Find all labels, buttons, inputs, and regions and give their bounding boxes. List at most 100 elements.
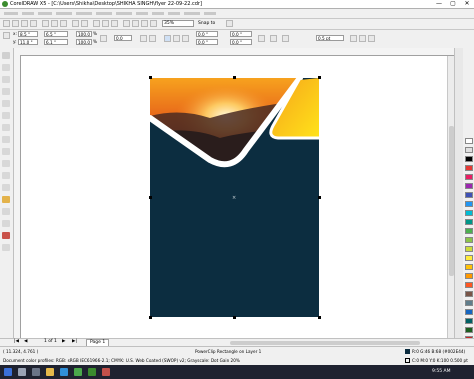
save-icon[interactable] [21, 20, 28, 27]
zoom-icon[interactable] [150, 20, 157, 27]
maximize-button[interactable]: ▢ [446, 0, 460, 8]
close-button[interactable]: ✕ [460, 0, 474, 8]
shape-tool-icon[interactable] [2, 64, 10, 71]
corner-radius-bottom-right[interactable]: 0.0 " [230, 39, 252, 45]
palette-swatch[interactable] [465, 165, 473, 171]
palette-swatch[interactable] [465, 300, 473, 306]
paste-icon[interactable] [60, 20, 67, 27]
outline-pen-tool-icon[interactable] [2, 220, 10, 227]
palette-swatch[interactable] [465, 183, 473, 189]
selection-handle[interactable] [149, 316, 152, 319]
rectangle-tool-icon[interactable] [2, 124, 10, 131]
corel-connect-icon[interactable] [141, 20, 148, 27]
palette-swatch[interactable] [465, 327, 473, 333]
scale-x-field[interactable]: 100.0 [76, 31, 92, 37]
palette-swatch[interactable] [465, 273, 473, 279]
position-y-field[interactable]: 11.0 " [18, 39, 38, 45]
menu-item-bitmaps[interactable] [116, 12, 132, 15]
redo-icon[interactable] [81, 20, 88, 27]
undo-icon[interactable] [72, 20, 79, 27]
wrap-text-icon[interactable] [270, 35, 277, 42]
menu-item-table[interactable] [152, 12, 164, 15]
menu-item-arrange[interactable] [76, 12, 92, 15]
last-page-button[interactable]: ▶| [72, 339, 77, 344]
scalloped-corner-icon[interactable] [173, 35, 180, 42]
start-icon[interactable] [4, 368, 12, 376]
polygon-tool-icon[interactable] [2, 148, 10, 155]
open-icon[interactable] [12, 20, 19, 27]
palette-swatch[interactable] [465, 318, 473, 324]
copy-icon[interactable] [51, 20, 58, 27]
to-front-icon[interactable] [350, 35, 357, 42]
horizontal-ruler[interactable] [14, 48, 454, 56]
height-field[interactable]: 6.1 " [44, 39, 68, 45]
snap-to-button[interactable]: Snap to [198, 20, 222, 27]
palette-swatch[interactable] [465, 219, 473, 225]
first-page-button[interactable]: |◀ [14, 339, 19, 344]
selection-handle[interactable] [149, 196, 152, 199]
lock-ratio-icon[interactable] [100, 35, 107, 42]
palette-swatch[interactable] [465, 228, 473, 234]
zoom-level-select[interactable]: 35% [162, 20, 194, 27]
menu-item-file[interactable] [4, 12, 18, 15]
to-back-icon[interactable] [359, 35, 366, 42]
palette-swatch[interactable] [465, 174, 473, 180]
palette-swatch[interactable] [465, 309, 473, 315]
palette-swatch[interactable] [465, 264, 473, 270]
width-field[interactable]: 6.5 " [44, 31, 68, 37]
outline-width-field[interactable]: 0.5 pt [316, 35, 344, 41]
corner-radius-bottom-left[interactable]: 0.0 " [196, 39, 218, 45]
minimize-button[interactable]: — [432, 0, 446, 8]
selection-handle[interactable] [149, 76, 152, 79]
parallel-dimension-tool-icon[interactable] [2, 184, 10, 191]
selection-handle[interactable] [233, 316, 236, 319]
interactive-fill-tool-icon[interactable] [2, 244, 10, 251]
text-tool-icon[interactable] [2, 172, 10, 179]
coreldraw-taskbar-icon[interactable] [88, 368, 96, 376]
basic-shapes-tool-icon[interactable] [2, 160, 10, 167]
palette-swatch[interactable] [465, 210, 473, 216]
new-document-icon[interactable] [3, 20, 10, 27]
cut-icon[interactable] [42, 20, 49, 27]
menu-item-edit[interactable] [22, 12, 34, 15]
welcome-screen-icon[interactable] [132, 20, 139, 27]
position-x-field[interactable]: 8.5 " [18, 31, 38, 37]
palette-swatch[interactable] [465, 147, 473, 153]
vertical-ruler[interactable] [14, 55, 21, 338]
options-icon[interactable] [226, 20, 233, 27]
horizontal-scroll-thumb[interactable] [230, 341, 420, 345]
selection-handle[interactable] [318, 196, 321, 199]
palette-swatch[interactable] [465, 201, 473, 207]
menu-item-help[interactable] [204, 12, 216, 15]
ellipse-tool-icon[interactable] [2, 136, 10, 143]
menu-item-tools[interactable] [168, 12, 180, 15]
menu-item-effects[interactable] [96, 12, 112, 15]
palette-swatch[interactable] [465, 291, 473, 297]
task-view-icon[interactable] [32, 368, 40, 376]
export-icon[interactable] [111, 20, 118, 27]
interactive-blend-tool-icon[interactable] [2, 196, 10, 203]
application-launcher-icon[interactable] [123, 20, 130, 27]
clock[interactable]: 9:55 AM [432, 369, 451, 374]
convert-to-curves-icon[interactable] [368, 35, 375, 42]
menu-item-window[interactable] [184, 12, 200, 15]
crop-tool-icon[interactable] [2, 76, 10, 83]
round-corner-icon[interactable] [164, 35, 171, 42]
search-content-icon[interactable] [93, 20, 100, 27]
menu-item-text[interactable] [136, 12, 148, 15]
file-explorer-icon[interactable] [46, 368, 54, 376]
selection-handle[interactable] [318, 316, 321, 319]
menu-item-layout[interactable] [56, 12, 72, 15]
import-icon[interactable] [102, 20, 109, 27]
pick-tool-icon[interactable] [2, 52, 10, 59]
menu-item-view[interactable] [38, 12, 52, 15]
mirror-vertical-icon[interactable] [149, 35, 156, 42]
next-page-button[interactable]: ▶ [62, 339, 65, 344]
zoom-tool-icon[interactable] [2, 88, 10, 95]
smart-fill-tool-icon[interactable] [2, 112, 10, 119]
scale-y-field[interactable]: 100.0 [76, 39, 92, 45]
outline-width-icon[interactable] [282, 35, 289, 42]
docker-tabs[interactable] [454, 48, 463, 338]
palette-swatch[interactable] [465, 255, 473, 261]
freehand-tool-icon[interactable] [2, 100, 10, 107]
